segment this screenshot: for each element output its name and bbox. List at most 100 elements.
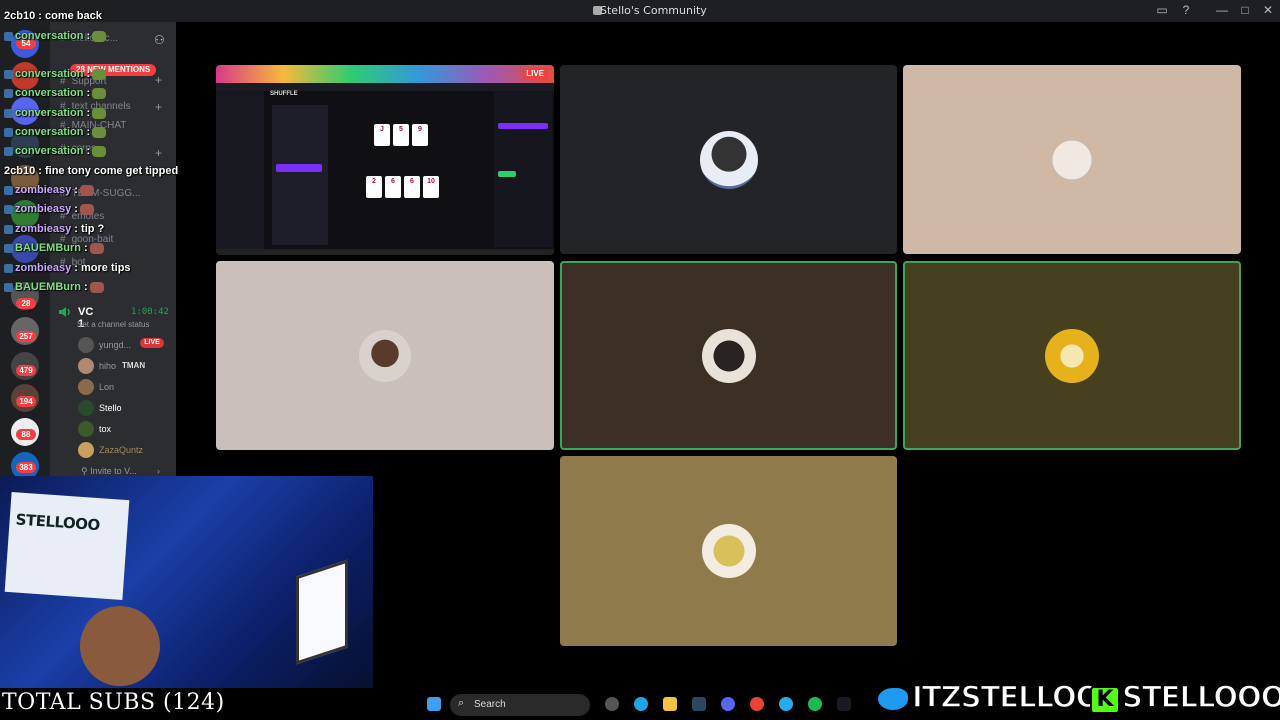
windows-start-icon[interactable] bbox=[427, 697, 441, 711]
playing-card: 6 bbox=[404, 176, 420, 198]
badge-icon bbox=[4, 282, 13, 292]
member-name: yungd... bbox=[99, 340, 132, 350]
twitter-handle: ITZSTELLOO bbox=[911, 679, 1101, 715]
member-name: Stello bbox=[99, 403, 122, 413]
discord-icon[interactable] bbox=[721, 697, 735, 711]
bet-panel bbox=[272, 105, 328, 245]
participant-avatar bbox=[701, 328, 756, 383]
playing-card: 5 bbox=[393, 124, 409, 146]
badge-icon bbox=[4, 108, 13, 118]
kick-icon: K bbox=[1090, 686, 1120, 714]
channel-status[interactable]: Set a channel status bbox=[77, 320, 150, 329]
webcam-feed: STELLOOO bbox=[0, 476, 373, 688]
chat-username: BAUEMBurn bbox=[15, 242, 81, 254]
server-badge: 257 bbox=[16, 331, 36, 342]
chat-panel bbox=[494, 91, 552, 247]
avatar bbox=[78, 337, 94, 353]
emote-icon bbox=[79, 203, 94, 215]
avatar bbox=[78, 421, 94, 437]
help-icon[interactable]: ? bbox=[1178, 3, 1194, 17]
live-badge: LIVE bbox=[140, 338, 164, 348]
skull-avatar bbox=[1045, 328, 1099, 383]
casino-sidebar bbox=[216, 91, 264, 249]
inbox-icon[interactable]: ▭ bbox=[1154, 3, 1170, 17]
emote-icon bbox=[89, 281, 104, 293]
search-label: Search bbox=[474, 699, 506, 710]
chat-username: conversation bbox=[15, 30, 84, 42]
chat-message: conversation : bbox=[4, 87, 107, 99]
chat-message: zombieasy : more tips bbox=[4, 262, 131, 274]
chat-message: 2cb10 : come back bbox=[4, 10, 102, 22]
browser-toolbar bbox=[216, 83, 554, 91]
chat-message: conversation : bbox=[4, 145, 107, 157]
chat-text: : more tips bbox=[71, 262, 131, 274]
chat-username: conversation bbox=[15, 126, 84, 138]
playing-card: 10 bbox=[423, 176, 439, 198]
invite-label: Invite to V... bbox=[90, 466, 137, 476]
add-channel-icon[interactable]: + bbox=[155, 73, 162, 87]
add-channel-icon[interactable]: + bbox=[155, 100, 162, 114]
chat-username: zombieasy bbox=[15, 223, 72, 235]
stream-tile[interactable]: LIVE SHUFFLE J59 2 6 6 10 bbox=[216, 65, 554, 255]
add-friend-icon[interactable]: ⚇ bbox=[154, 33, 165, 47]
taskbar-search[interactable]: ⌕ Search bbox=[450, 694, 590, 716]
chrome-icon[interactable] bbox=[750, 697, 764, 711]
emote-icon bbox=[92, 30, 107, 42]
participant-avatar bbox=[359, 329, 411, 382]
participant-tile[interactable] bbox=[560, 65, 897, 254]
chat-text: : bbox=[83, 107, 91, 119]
badge-icon bbox=[4, 263, 13, 273]
chat-text: : bbox=[83, 87, 91, 99]
monitor bbox=[296, 559, 348, 665]
member-name: hiho bbox=[99, 361, 117, 371]
banner-text: STELLOOO bbox=[15, 510, 101, 535]
chat-username: BAUEMBurn bbox=[15, 281, 81, 293]
badge-icon bbox=[4, 127, 13, 137]
participant-tile-speaking[interactable] bbox=[903, 261, 1241, 450]
emote-icon bbox=[92, 87, 107, 99]
maximize-button[interactable]: □ bbox=[1237, 3, 1253, 17]
chat-username: conversation bbox=[15, 145, 84, 157]
server-badge: 88 bbox=[16, 429, 36, 440]
chat-username: zombieasy bbox=[15, 184, 72, 196]
playing-card: 9 bbox=[412, 124, 428, 146]
chat-message: zombieasy : bbox=[4, 203, 94, 215]
participant-tile[interactable] bbox=[903, 65, 1241, 254]
voice-timer: 1:00:42 bbox=[131, 307, 169, 317]
participant-tile[interactable] bbox=[560, 456, 897, 646]
chat-message: conversation : bbox=[4, 126, 107, 138]
steam-icon[interactable] bbox=[837, 697, 851, 711]
telegram-icon[interactable] bbox=[779, 697, 793, 711]
playing-card: 2 bbox=[366, 176, 382, 198]
bet-button[interactable] bbox=[276, 164, 322, 172]
participant-tile-speaking[interactable] bbox=[560, 261, 897, 450]
chevron-right-icon: › bbox=[157, 466, 160, 476]
stream-live-badge: LIVE bbox=[522, 68, 548, 80]
chat-username: zombieasy bbox=[15, 262, 72, 274]
chat-text: : fine tony come get tipped bbox=[35, 165, 179, 177]
casino-logo: SHUFFLE bbox=[270, 91, 298, 97]
emote-icon bbox=[92, 107, 107, 119]
participant-tile[interactable] bbox=[216, 261, 554, 450]
chat-message: BAUEMBurn : bbox=[4, 242, 104, 254]
total-subs: TOTAL SUBS (124) bbox=[2, 690, 225, 715]
avatar bbox=[78, 400, 94, 416]
minimize-button[interactable]: — bbox=[1214, 3, 1230, 17]
close-button[interactable]: ✕ bbox=[1260, 3, 1276, 17]
settings-icon[interactable] bbox=[605, 697, 619, 711]
server-badge: 28 bbox=[16, 298, 36, 309]
kick-handle: STELLOOO bbox=[1121, 679, 1280, 715]
member-name: tox bbox=[99, 424, 112, 434]
window-title: Stello's Community bbox=[600, 4, 707, 17]
add-channel-icon[interactable]: + bbox=[155, 146, 162, 160]
chat-message: conversation : bbox=[4, 107, 107, 119]
server-badge: 479 bbox=[16, 365, 36, 376]
spotify-icon[interactable] bbox=[808, 697, 822, 711]
steam-icon[interactable] bbox=[692, 697, 706, 711]
chat-message: zombieasy : tip ? bbox=[4, 223, 104, 235]
playing-card: J bbox=[374, 124, 390, 146]
emote-icon bbox=[92, 126, 107, 138]
edge-icon[interactable] bbox=[634, 697, 648, 711]
emote-icon bbox=[89, 242, 104, 254]
folder-icon[interactable] bbox=[663, 697, 677, 711]
